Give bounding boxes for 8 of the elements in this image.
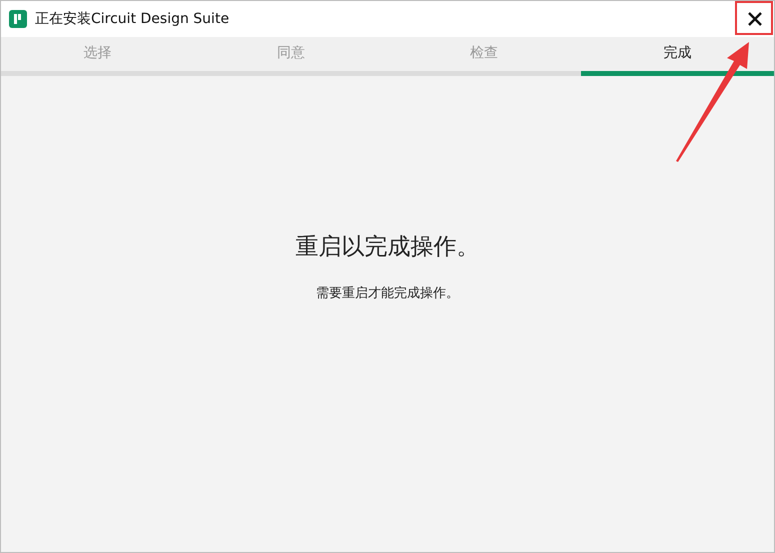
step-tab[interactable]: 检查: [388, 37, 581, 76]
step-tab[interactable]: 选择: [1, 37, 194, 76]
step-tab[interactable]: 同意: [194, 37, 388, 76]
app-logo-icon: [9, 10, 27, 28]
highlight-box: [735, 1, 773, 35]
message: 需要重启才能完成操作。: [316, 285, 459, 302]
heading: 重启以完成操作。: [296, 233, 480, 262]
window-title: 正在安装Circuit Design Suite: [35, 10, 230, 28]
